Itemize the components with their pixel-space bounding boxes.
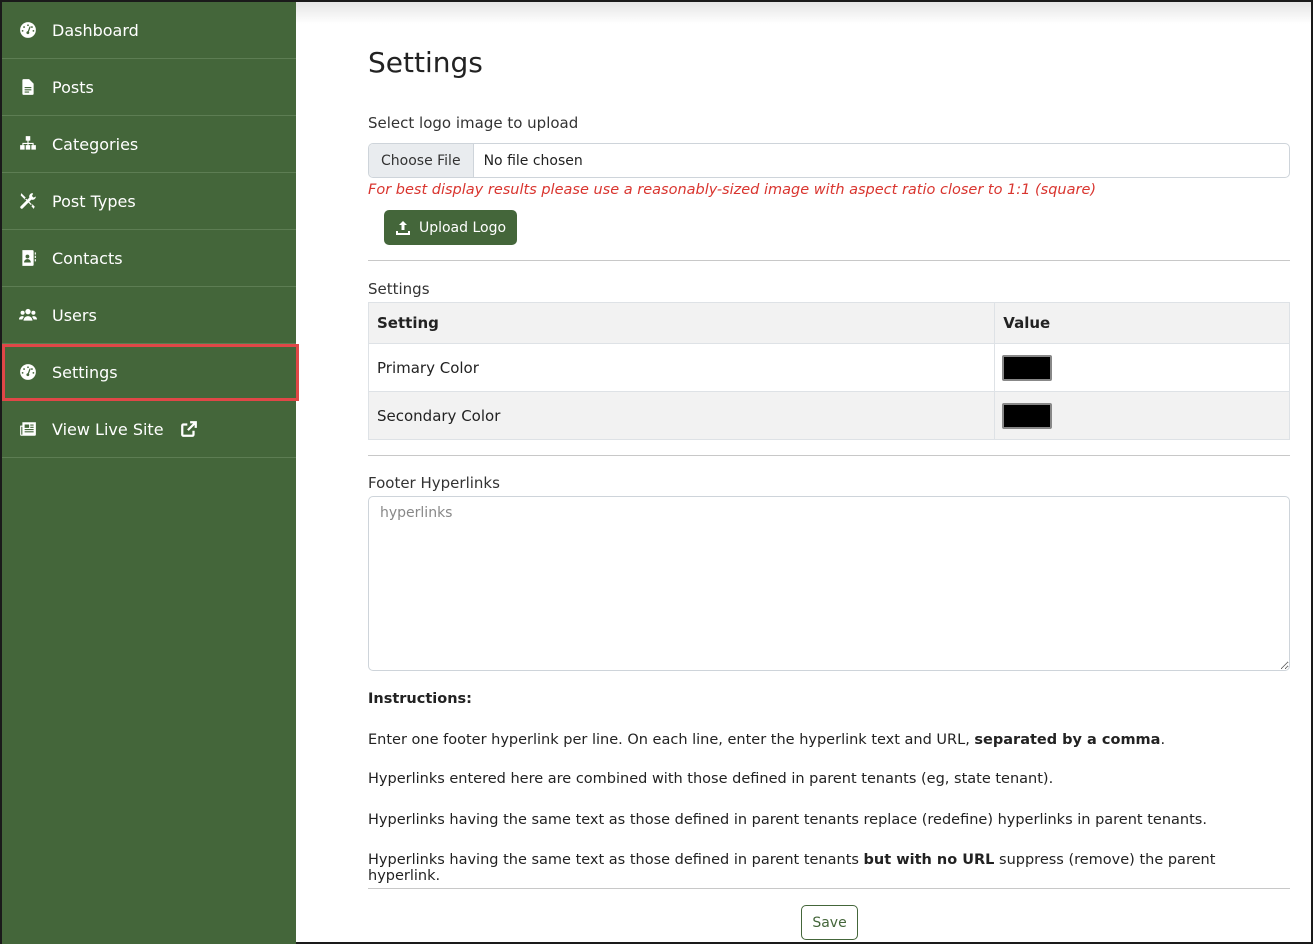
sidebar-item-label: Posts xyxy=(52,77,94,97)
sidebar-item-users[interactable]: Users xyxy=(2,287,296,344)
column-header-setting: Setting xyxy=(367,302,996,344)
logo-file-input[interactable]: Choose File No file chosen xyxy=(368,143,1290,178)
sidebar: Dashboard Posts Categories Post Types Co… xyxy=(2,2,299,944)
value-cell xyxy=(994,343,1290,392)
column-header-value: Value xyxy=(994,302,1290,344)
upload-logo-label: Upload Logo xyxy=(418,219,507,236)
sidebar-item-categories[interactable]: Categories xyxy=(2,116,296,173)
table-row: Primary Color xyxy=(367,343,1290,392)
instruction-text: . xyxy=(1160,732,1166,748)
upload-logo-button[interactable]: Upload Logo xyxy=(384,210,517,245)
instructions-line-3: Hyperlinks having the same text as those… xyxy=(368,812,1207,828)
instruction-text: Enter one footer hyperlink per line. On … xyxy=(368,732,975,748)
sidebar-item-label: View Live Site xyxy=(52,419,164,439)
sidebar-item-settings[interactable]: Settings xyxy=(2,344,299,401)
instructions-title: Instructions: xyxy=(368,691,472,707)
save-button[interactable]: Save xyxy=(801,905,858,940)
sidebar-item-label: Contacts xyxy=(52,248,123,268)
file-status: No file chosen xyxy=(483,152,583,169)
address-book-icon xyxy=(18,248,38,268)
sidebar-item-label: Settings xyxy=(52,362,118,382)
users-icon xyxy=(18,305,38,325)
instructions-line-4: Hyperlinks having the same text as those… xyxy=(368,852,1290,884)
value-cell xyxy=(994,391,1290,440)
sidebar-item-label: Dashboard xyxy=(52,20,139,40)
categories-icon xyxy=(18,134,38,154)
sidebar-item-label: Users xyxy=(52,305,97,325)
sidebar-item-post-types[interactable]: Post Types xyxy=(2,173,296,230)
divider xyxy=(368,888,1290,889)
settings-table: Setting Value Primary Color Secondary Co… xyxy=(367,302,1290,440)
file-icon xyxy=(18,77,38,97)
primary-color-picker[interactable] xyxy=(1002,354,1053,381)
instruction-text: Hyperlinks having the same text as those… xyxy=(368,852,864,868)
dashboard-icon xyxy=(18,362,38,382)
sidebar-item-dashboard[interactable]: Dashboard xyxy=(2,2,296,59)
footer-hyperlinks-label: Footer Hyperlinks xyxy=(368,474,500,492)
upload-icon xyxy=(395,220,410,235)
instructions-line-2: Hyperlinks entered here are combined wit… xyxy=(368,771,1054,787)
tools-icon xyxy=(18,191,38,211)
footer-hyperlinks-textarea[interactable] xyxy=(368,496,1290,671)
choose-file-button[interactable]: Choose File xyxy=(369,144,474,177)
setting-name: Primary Color xyxy=(367,343,996,392)
header-shadow xyxy=(296,2,1311,24)
logo-hint: For best display results please use a re… xyxy=(368,182,1097,198)
divider xyxy=(368,260,1290,261)
sidebar-item-posts[interactable]: Posts xyxy=(2,59,296,116)
external-link-icon xyxy=(180,420,198,438)
setting-name: Secondary Color xyxy=(367,391,996,440)
instructions-line-1: Enter one footer hyperlink per line. On … xyxy=(368,732,1165,748)
settings-label: Settings xyxy=(368,280,430,298)
instruction-emphasis: but with no URL xyxy=(863,852,995,868)
newspaper-icon xyxy=(18,419,38,439)
sidebar-item-label: Categories xyxy=(52,134,139,154)
table-row: Secondary Color xyxy=(367,391,1290,440)
instruction-emphasis: separated by a comma xyxy=(974,732,1161,748)
divider xyxy=(368,455,1290,456)
dashboard-icon xyxy=(18,20,38,40)
logo-upload-label: Select logo image to upload xyxy=(368,114,579,132)
sidebar-item-view-live-site[interactable]: View Live Site xyxy=(2,401,296,458)
sidebar-item-label: Post Types xyxy=(52,191,136,211)
page-title: Settings xyxy=(368,46,483,79)
secondary-color-picker[interactable] xyxy=(1002,402,1053,429)
sidebar-item-contacts[interactable]: Contacts xyxy=(2,230,296,287)
